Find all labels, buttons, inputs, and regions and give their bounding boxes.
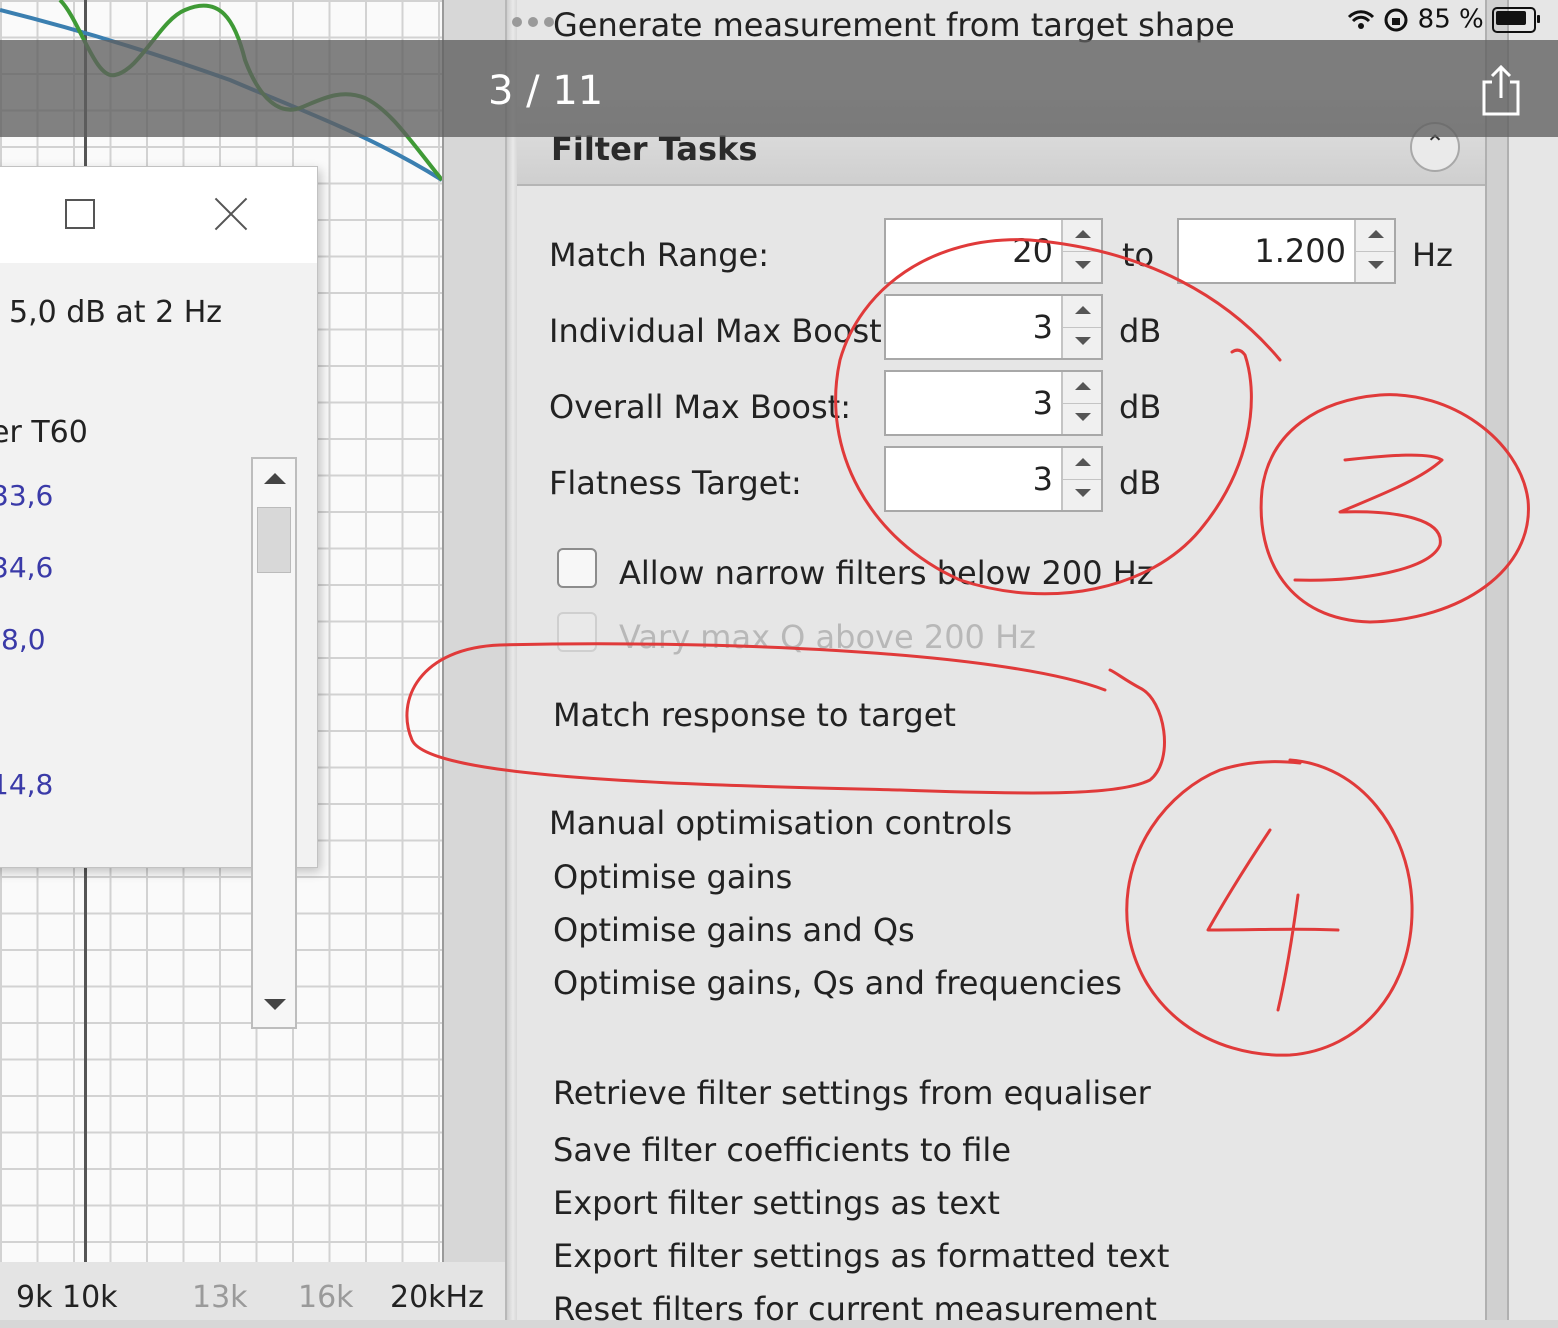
allow-narrow-label[interactable]: Allow narrow filters below 200 Hz [619,554,1154,592]
manual-optimisation-heading: Manual optimisation controls [549,804,1013,842]
match-response-button[interactable]: Match response to target [553,696,956,734]
export-formatted-text-button[interactable]: Export filter settings as formatted text [553,1237,1169,1275]
image-counter: 3 / 11 [488,68,604,114]
match-range-from-spinner[interactable]: 20 [884,218,1103,284]
match-range-to-value: 1.200 [1254,232,1346,270]
individual-max-boost-spinner[interactable]: 3 [884,294,1103,360]
match-range-from-value: 20 [1012,232,1053,270]
close-icon[interactable] [213,197,249,233]
optimise-gains-qs-button[interactable]: Optimise gains and Qs [553,911,915,949]
flatness-target-label: Flatness Target: [549,464,802,502]
spin-down-icon[interactable] [1356,251,1394,282]
optimise-gains-button[interactable]: Optimise gains [553,858,792,896]
spin-up-icon[interactable] [1063,296,1101,328]
battery-icon [1492,6,1540,33]
dialog-summary: 5,0 dB at 2 Hz [9,295,223,330]
maximize-icon[interactable] [65,199,95,229]
x-tick-13k: 13k [192,1280,248,1315]
scroll-up-icon[interactable] [253,459,295,503]
reset-filters-button[interactable]: Reset filters for current measurement [553,1290,1157,1328]
db-unit-label: dB [1119,312,1162,350]
overall-max-boost-value: 3 [1032,384,1053,422]
info-dialog: 5,0 dB at 2 Hz er T60 33,6 34,6 8,0 14,8 [0,166,318,1029]
spin-up-icon[interactable] [1063,220,1101,252]
list-item: 33,6 [0,479,54,512]
individual-max-boost-value: 3 [1032,308,1053,346]
overall-max-boost-spinner[interactable]: 3 [884,370,1103,436]
spin-up-icon[interactable] [1356,220,1394,252]
wifi-icon [1348,9,1375,29]
db-unit-label: dB [1119,464,1162,502]
hz-unit-label: Hz [1412,236,1453,274]
column-header: er T60 [0,415,88,450]
db-unit-label: dB [1119,388,1162,426]
spin-down-icon[interactable] [1063,251,1101,282]
status-right: 85 % [1347,4,1540,35]
photo-viewer-bar: 3 / 11 [0,40,1558,137]
optimise-gains-qs-freq-button[interactable]: Optimise gains, Qs and frequencies [553,964,1122,1002]
overall-max-boost-label: Overall Max Boost: [549,388,851,426]
spin-down-icon[interactable] [1063,403,1101,434]
spin-down-icon[interactable] [1063,327,1101,358]
more-dots-icon[interactable] [512,12,560,31]
x-tick-10k: 10k [62,1280,118,1315]
match-range-label: Match Range: [549,236,770,274]
device-status-bar: 85 % [0,0,1558,40]
x-tick-16k: 16k [298,1280,354,1315]
rotation-lock-icon [1384,8,1408,31]
match-range-to-spinner[interactable]: 1.200 [1177,218,1396,284]
individual-max-boost-label: Individual Max Boost: [549,312,893,350]
list-item: 34,6 [0,551,54,584]
dialog-scrollbar[interactable] [251,457,297,1029]
battery-percent: 85 % [1417,4,1484,35]
list-item: 8,0 [1,623,46,656]
dialog-titlebar[interactable] [0,167,317,263]
x-tick-20khz: 20kHz [390,1280,484,1315]
vary-max-q-checkbox [557,612,597,652]
save-coefficients-button[interactable]: Save filter coefficients to file [553,1131,1011,1169]
spin-up-icon[interactable] [1063,448,1101,480]
eq-panel: Generate measurement from target shape F… [517,0,1558,1328]
list-item: 14,8 [0,768,54,801]
flatness-target-spinner[interactable]: 3 [884,446,1103,512]
x-tick-9k: 9k [16,1280,53,1315]
spin-down-icon[interactable] [1063,479,1101,510]
share-icon[interactable] [1480,64,1522,116]
vary-max-q-label: Vary max Q above 200 Hz [619,618,1036,656]
flatness-target-value: 3 [1032,460,1053,498]
scroll-thumb[interactable] [257,507,291,573]
export-text-button[interactable]: Export filter settings as text [553,1184,1000,1222]
spin-up-icon[interactable] [1063,372,1101,404]
panel-scroll-rail[interactable] [1485,0,1509,1320]
allow-narrow-checkbox[interactable] [557,548,597,588]
scroll-down-icon[interactable] [253,983,295,1027]
retrieve-filter-settings-button: Retrieve filter settings from equaliser [553,1074,1151,1112]
to-label: to [1122,236,1155,274]
